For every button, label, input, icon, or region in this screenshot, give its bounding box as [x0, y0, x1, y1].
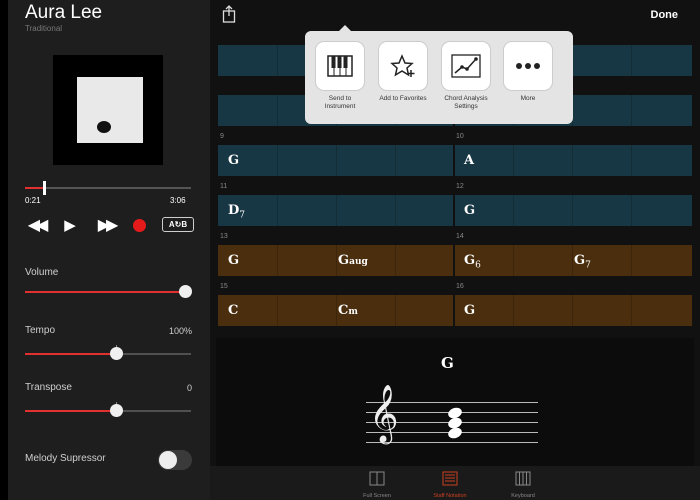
treble-clef-icon: 𝄞: [369, 384, 399, 442]
transpose-label: Transpose: [25, 382, 72, 393]
progress-scrubber[interactable]: [43, 181, 47, 195]
toggle-knob: [159, 451, 177, 469]
chord-symbol[interactable]: Cm: [338, 303, 358, 318]
ellipsis-icon: [516, 63, 540, 69]
volume-slider[interactable]: [25, 285, 192, 298]
chart-icon: [451, 54, 481, 78]
chord-symbol[interactable]: C: [228, 303, 238, 318]
elapsed-time: 0:21: [25, 196, 41, 205]
bar-number: 16: [456, 283, 464, 290]
melody-suppressor-label: Melody Supressor: [25, 453, 106, 464]
song-artist: Traditional: [25, 24, 63, 33]
more-button[interactable]: More: [502, 41, 554, 103]
chord-symbol[interactable]: G: [228, 253, 239, 268]
progress-fill: [25, 187, 44, 189]
chord-symbol[interactable]: G6: [464, 253, 481, 271]
chord-chart-area: Done 6A8G910GA1112D7G1314GGaugG6G71516CC…: [210, 0, 700, 500]
chord-row[interactable]: 15 16 C Cm G: [218, 283, 692, 326]
volume-label: Volume: [25, 267, 59, 278]
chord-analysis-settings-button[interactable]: Chord Analysis Settings: [440, 41, 492, 111]
keyboard-icon: [515, 471, 531, 486]
transpose-value: 0: [186, 383, 192, 393]
rewind-icon[interactable]: ◀◀: [22, 216, 50, 234]
total-time: 3:06: [170, 196, 186, 205]
done-button[interactable]: Done: [651, 9, 679, 21]
tab-keyboard[interactable]: Keyboard: [493, 471, 553, 499]
tempo-slider-knob[interactable]: [110, 347, 124, 360]
chord-symbol[interactable]: G: [464, 203, 475, 218]
transpose-slider[interactable]: [25, 402, 191, 417]
view-tab-bar: Full Screen Staff Notation Keyboard: [210, 466, 700, 500]
star-plus-icon: [390, 54, 415, 77]
tab-staff-notation[interactable]: Staff Notation: [420, 471, 480, 499]
bar-number: 13: [220, 233, 228, 240]
note-head: [446, 425, 464, 441]
staff-notation-icon: [442, 471, 458, 486]
chord-row[interactable]: 13 14 G Gaug G6 G7: [218, 233, 692, 276]
share-icon[interactable]: [222, 5, 236, 23]
bar-number: 12: [456, 183, 464, 190]
playback-sidebar: Aura Lee Traditional 0:21 3:06 ◀◀ ▶ ▶▶ A…: [8, 0, 210, 500]
song-title: Aura Lee: [25, 2, 103, 23]
bar-number: 14: [456, 233, 464, 240]
chord-symbol[interactable]: A: [464, 153, 474, 168]
fast-forward-icon[interactable]: ▶▶: [92, 216, 120, 234]
send-to-instrument-button[interactable]: Send to Instrument: [314, 41, 366, 111]
ab-repeat-button[interactable]: A↻B: [162, 217, 194, 232]
piano-icon: [327, 55, 353, 77]
current-chord: G: [441, 354, 454, 372]
record-icon: [132, 218, 146, 232]
bar-number: 11: [220, 183, 228, 190]
add-to-favorites-button[interactable]: Add to Favorites: [377, 41, 429, 103]
album-art-image: [77, 77, 143, 143]
bar-number: 15: [220, 283, 228, 290]
volume-slider-knob[interactable]: [179, 285, 192, 298]
tempo-value: 100%: [168, 326, 192, 336]
melody-suppressor-toggle[interactable]: [158, 450, 192, 470]
share-menu-popover: Send to Instrument Add to Favorites Chor…: [305, 31, 573, 124]
chord-row[interactable]: 11 12 D7 G: [218, 183, 692, 226]
record-button[interactable]: [131, 216, 147, 234]
full-screen-icon: [369, 471, 385, 486]
staff-notation-panel: G 𝄞: [216, 338, 694, 466]
play-icon[interactable]: ▶: [60, 216, 80, 234]
chord-row[interactable]: 9 10 G A: [218, 133, 692, 176]
song-progress-bar[interactable]: [25, 181, 191, 195]
tab-full-screen[interactable]: Full Screen: [347, 471, 407, 499]
bar-number: 9: [220, 133, 224, 140]
chord-symbol[interactable]: G: [228, 153, 239, 168]
tempo-label: Tempo: [25, 325, 56, 336]
chord-symbol[interactable]: D7: [228, 203, 245, 221]
chord-symbol[interactable]: G: [464, 303, 475, 318]
transpose-slider-knob[interactable]: [110, 404, 124, 417]
chord-symbol[interactable]: Gaug: [338, 253, 368, 268]
tempo-slider[interactable]: [25, 345, 191, 360]
bar-number: 10: [456, 133, 464, 140]
album-art: [53, 55, 163, 165]
chord-symbol[interactable]: G7: [574, 253, 591, 271]
